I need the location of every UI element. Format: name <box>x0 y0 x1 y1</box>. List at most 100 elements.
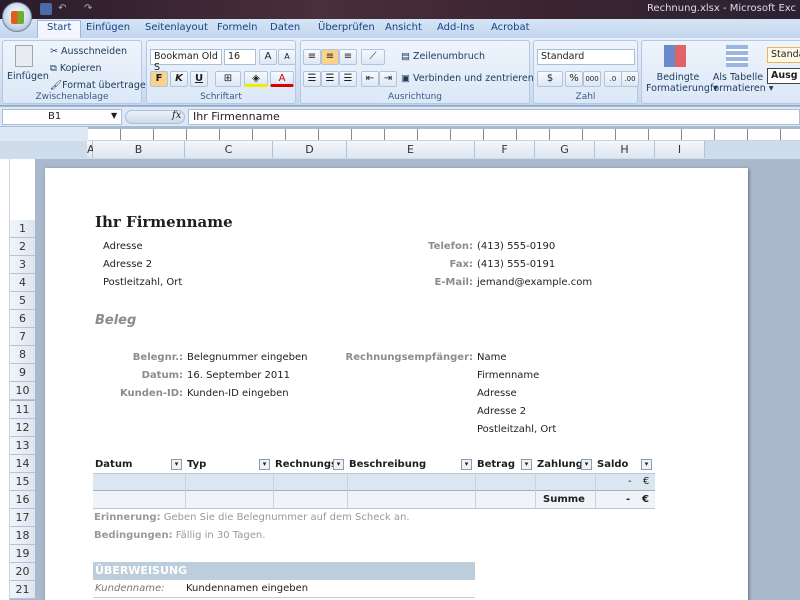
row-header-4[interactable]: 4 <box>10 274 35 293</box>
align-center-button[interactable]: ☰ <box>321 71 339 87</box>
grow-font-button[interactable]: A <box>259 49 277 65</box>
filter-dropdown-icon[interactable]: ▾ <box>259 459 270 470</box>
column-header-g[interactable]: G <box>535 141 595 158</box>
row-header-7[interactable]: 7 <box>10 328 35 347</box>
filter-dropdown-icon[interactable]: ▾ <box>521 459 532 470</box>
row-header-2[interactable]: 2 <box>10 238 35 257</box>
row-header-6[interactable]: 6 <box>10 310 35 329</box>
address-2[interactable]: Adresse 2 <box>103 259 152 270</box>
row-header-15[interactable]: 15 <box>10 472 35 491</box>
row-header-11[interactable]: 11 <box>10 400 35 419</box>
align-middle-button[interactable]: ≡ <box>321 49 339 65</box>
copy-button[interactable]: ⧉ Kopieren <box>50 63 101 74</box>
decrease-indent-button[interactable]: ⇤ <box>361 71 379 87</box>
wrap-text-button[interactable]: ▤ Zeilenumbruch <box>401 51 485 62</box>
row-header-18[interactable]: 18 <box>10 526 35 545</box>
row-header-5[interactable]: 5 <box>10 292 35 311</box>
align-bottom-button[interactable]: ≡ <box>339 49 357 65</box>
bill-to-line[interactable]: Adresse <box>477 388 517 399</box>
filter-dropdown-icon[interactable]: ▾ <box>581 459 592 470</box>
bill-to-line[interactable]: Name <box>477 352 507 363</box>
tab-ansicht[interactable]: Ansicht <box>385 22 422 33</box>
company-name[interactable]: Ihr Firmenname <box>95 213 233 231</box>
row-header-3[interactable]: 3 <box>10 256 35 275</box>
format-painter-button[interactable]: 🖌Format übertragen <box>50 80 152 91</box>
email-value[interactable]: jemand@example.com <box>477 277 592 288</box>
filter-dropdown-icon[interactable]: ▾ <box>461 459 472 470</box>
customer-id-value[interactable]: Kunden-ID eingeben <box>187 388 289 399</box>
style-ausgabe[interactable]: Ausg <box>767 68 800 84</box>
row-header-9[interactable]: 9 <box>10 364 35 383</box>
underline-button[interactable]: U <box>190 71 208 87</box>
address-1[interactable]: Adresse <box>103 241 143 252</box>
date-value[interactable]: 16. September 2011 <box>187 370 290 381</box>
tab-daten[interactable]: Daten <box>270 22 300 33</box>
tab-seitenlayout[interactable]: Seitenlayout <box>145 22 208 33</box>
align-left-button[interactable]: ☰ <box>303 71 321 87</box>
row-header-8[interactable]: 8 <box>10 346 35 365</box>
tab-einfuegen[interactable]: Einfügen <box>86 22 130 33</box>
address-3[interactable]: Postleitzahl, Ort <box>103 277 182 288</box>
bold-button[interactable]: F <box>150 71 168 87</box>
font-name-select[interactable]: Bookman Old S <box>150 49 222 73</box>
table-row[interactable] <box>93 474 655 491</box>
tab-start[interactable]: Start <box>37 20 82 38</box>
align-top-button[interactable]: ≡ <box>303 49 321 65</box>
decrease-decimal-button[interactable]: .00 <box>621 71 639 87</box>
column-header-f[interactable]: F <box>475 141 535 158</box>
row-header-16[interactable]: 16 <box>10 490 35 509</box>
phone-value[interactable]: (413) 555-0190 <box>477 241 555 252</box>
tab-formeln[interactable]: Formeln <box>217 22 257 33</box>
fill-color-button[interactable]: ◈ <box>244 71 268 87</box>
conditional-format-button[interactable]: Bedingte Formatierung ▾ <box>646 72 718 94</box>
column-header-c[interactable]: C <box>185 141 273 158</box>
customer-name-value[interactable]: Kundennamen eingeben <box>186 583 308 594</box>
row-header-19[interactable]: 19 <box>10 544 35 563</box>
row-header-1[interactable]: 1 <box>10 220 35 238</box>
save-icon[interactable] <box>40 3 52 15</box>
format-as-table-button[interactable]: Als Tabelle formatieren ▾ <box>710 72 774 94</box>
column-header-e[interactable]: E <box>347 141 475 158</box>
column-header-b[interactable]: B <box>93 141 185 158</box>
border-button[interactable]: ⊞ <box>215 71 241 87</box>
style-standard[interactable]: Standa <box>767 47 800 63</box>
bill-to-line[interactable]: Postleitzahl, Ort <box>477 424 556 435</box>
paste-button[interactable]: Einfügen <box>7 71 49 82</box>
font-color-button[interactable]: A <box>270 71 294 87</box>
column-header-i[interactable]: I <box>655 141 705 158</box>
formula-input[interactable]: Ihr Firmenname <box>188 109 800 125</box>
row-header-13[interactable]: 13 <box>10 436 35 455</box>
font-size-select[interactable]: 16 <box>224 49 256 65</box>
undo-icon[interactable]: ↶ <box>58 3 70 15</box>
filter-dropdown-icon[interactable]: ▾ <box>171 459 182 470</box>
filter-dropdown-icon[interactable]: ▾ <box>333 459 344 470</box>
cut-button[interactable]: ✂ Ausschneiden <box>50 46 127 57</box>
column-header-h[interactable]: H <box>595 141 655 158</box>
merge-center-button[interactable]: ▣ Verbinden und zentrieren ▾ <box>401 73 542 84</box>
bill-to-line[interactable]: Adresse 2 <box>477 406 526 417</box>
increase-decimal-button[interactable]: .0 <box>604 71 622 87</box>
number-format-select[interactable]: Standard <box>537 49 635 65</box>
row-header-14[interactable]: 14 <box>10 454 35 473</box>
bill-to-line[interactable]: Firmenname <box>477 370 539 381</box>
shrink-font-button[interactable]: A <box>278 49 296 65</box>
row-header-10[interactable]: 10 <box>10 382 35 401</box>
tab-ueberpruefen[interactable]: Überprüfen <box>318 22 375 33</box>
italic-button[interactable]: K <box>170 71 188 87</box>
row-header-17[interactable]: 17 <box>10 508 35 527</box>
currency-button[interactable]: $ <box>537 71 563 87</box>
thousands-button[interactable]: 000 <box>583 71 601 87</box>
chevron-down-icon[interactable]: ▼ <box>111 111 117 120</box>
redo-icon[interactable]: ↷ <box>84 3 96 15</box>
row-header-20[interactable]: 20 <box>10 562 35 581</box>
increase-indent-button[interactable]: ⇥ <box>379 71 397 87</box>
name-box[interactable]: B1 <box>2 109 122 125</box>
align-right-button[interactable]: ☰ <box>339 71 357 87</box>
office-button[interactable] <box>2 2 32 32</box>
fax-value[interactable]: (413) 555-0191 <box>477 259 555 270</box>
tab-acrobat[interactable]: Acrobat <box>491 22 530 33</box>
filter-dropdown-icon[interactable]: ▾ <box>641 459 652 470</box>
row-header-21[interactable]: 21 <box>10 581 35 599</box>
fx-icon[interactable]: fx <box>172 110 181 121</box>
orientation-button[interactable]: ⟋ <box>361 49 385 65</box>
